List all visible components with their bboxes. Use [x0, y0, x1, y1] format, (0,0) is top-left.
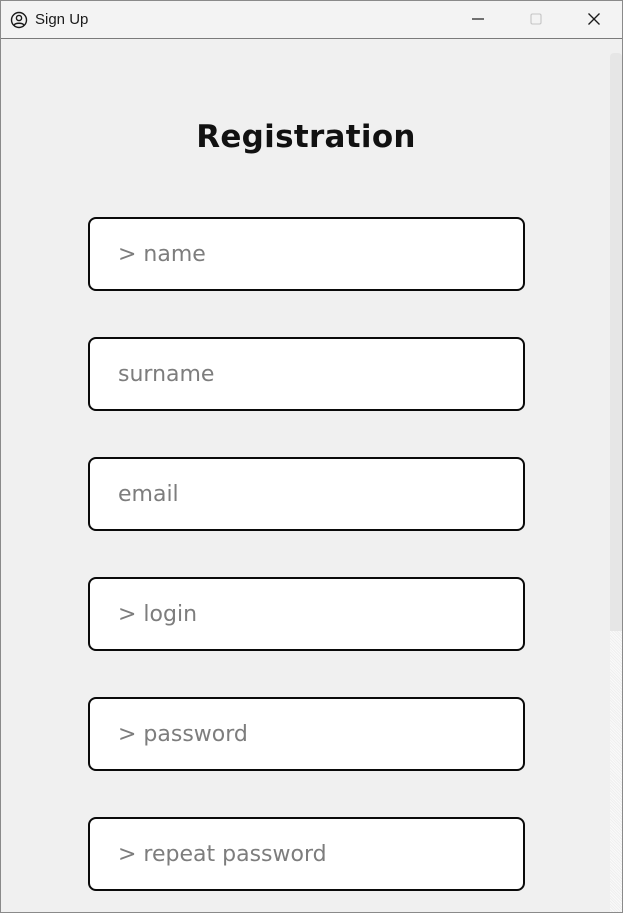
name-field[interactable] [88, 217, 525, 291]
surname-field[interactable] [88, 337, 525, 411]
login-field[interactable] [88, 577, 525, 651]
close-icon [587, 11, 601, 30]
sign-up-window: Sign Up Registration > name surname emai… [0, 0, 623, 913]
repeat-password-field[interactable] [88, 817, 525, 891]
maximize-button[interactable] [507, 1, 565, 39]
scrollbar-empty-area [610, 631, 622, 912]
repeat-password-input[interactable] [118, 841, 498, 867]
minimize-button[interactable] [449, 1, 507, 39]
close-button[interactable] [565, 1, 622, 39]
password-input[interactable] [118, 721, 498, 747]
password-field[interactable] [88, 697, 525, 771]
page-title: Registration [196, 119, 416, 155]
window-title: Sign Up [35, 11, 89, 28]
email-input[interactable] [118, 481, 498, 507]
registration-form: Registration [1, 39, 622, 912]
login-input[interactable] [118, 601, 498, 627]
scrollbar-thumb[interactable] [610, 53, 622, 631]
user-circle-icon [10, 11, 28, 29]
name-input[interactable] [118, 241, 498, 267]
title-bar[interactable]: Sign Up [1, 1, 622, 39]
email-field[interactable] [88, 457, 525, 531]
maximize-icon [529, 11, 543, 30]
minimize-icon [471, 11, 485, 30]
surname-input[interactable] [118, 361, 498, 387]
